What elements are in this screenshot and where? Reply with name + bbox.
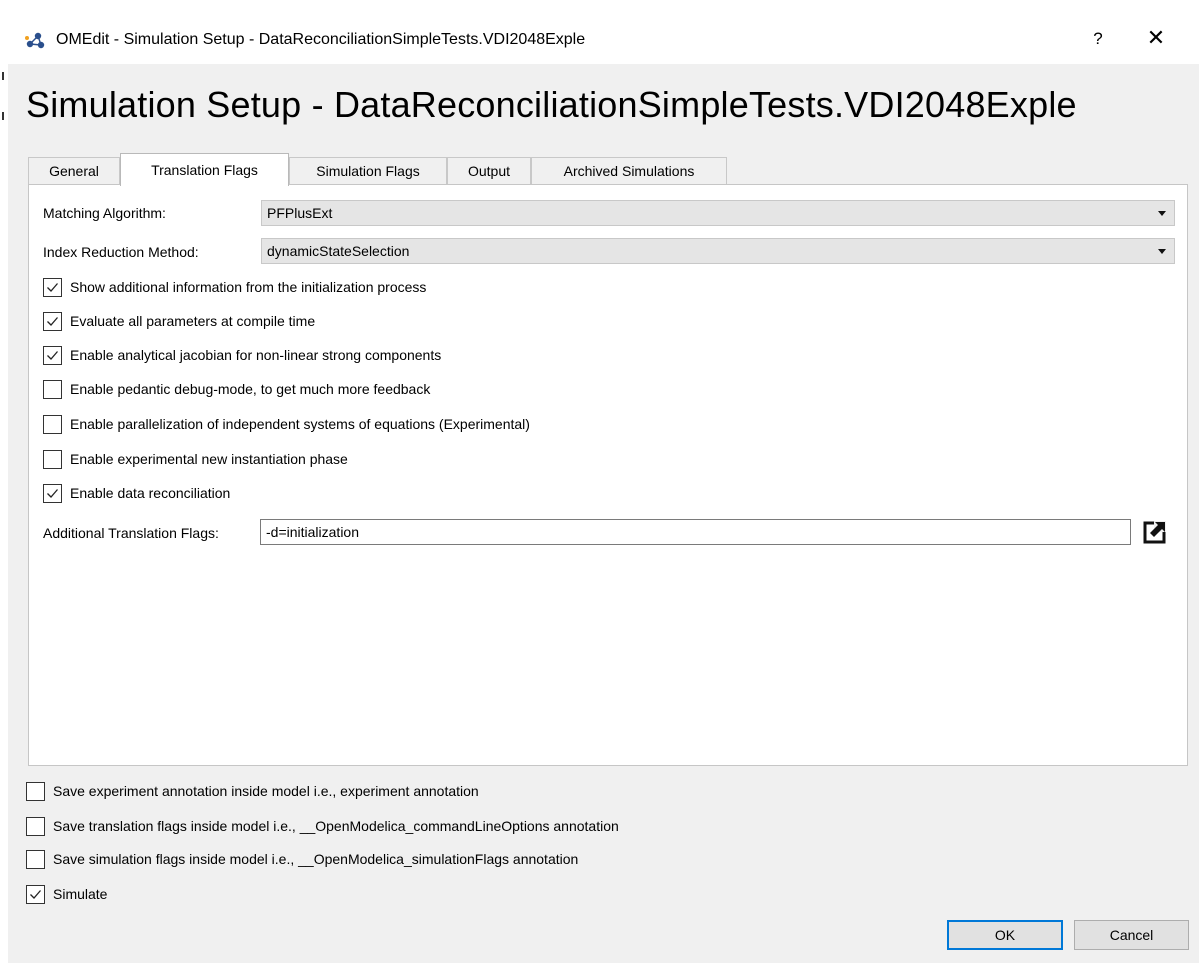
simulation-setup-dialog: OMEdit - Simulation Setup - DataReconcil… — [0, 0, 1199, 963]
checkbox-icon — [43, 311, 62, 331]
checkbox-data-reconciliation[interactable]: Enable data reconciliation — [43, 482, 230, 504]
checkbox-show-init-info[interactable]: Show additional information from the ini… — [43, 276, 426, 298]
checkbox-save-experiment[interactable]: Save experiment annotation inside model … — [26, 780, 479, 802]
checkbox-save-simulation-flags[interactable]: Save simulation flags inside model i.e.,… — [26, 848, 578, 870]
checkbox-parallelization[interactable]: Enable parallelization of independent sy… — [43, 413, 530, 435]
checkbox-icon — [26, 816, 45, 836]
translation-flags-panel — [28, 184, 1188, 766]
checkbox-icon — [43, 449, 62, 469]
additional-flags-label: Additional Translation Flags: — [43, 525, 219, 541]
tab-translation-flags[interactable]: Translation Flags — [120, 153, 289, 186]
checkbox-analytical-jacobian[interactable]: Enable analytical jacobian for non-linea… — [43, 344, 441, 366]
index-reduction-label: Index Reduction Method: — [43, 244, 199, 260]
help-button[interactable]: ? — [1080, 24, 1116, 54]
chevron-down-icon — [1158, 211, 1166, 216]
checkbox-icon — [26, 849, 45, 869]
background-edge — [0, 0, 8, 963]
page-title: Simulation Setup - DataReconciliationSim… — [26, 84, 1077, 125]
checkbox-evaluate-params[interactable]: Evaluate all parameters at compile time — [43, 310, 315, 332]
checkbox-icon — [43, 414, 62, 434]
checkbox-simulate[interactable]: Simulate — [26, 883, 107, 905]
ok-button[interactable]: OK — [947, 920, 1063, 950]
window-title: OMEdit - Simulation Setup - DataReconcil… — [56, 31, 586, 48]
checkbox-save-translation-flags[interactable]: Save translation flags inside model i.e.… — [26, 815, 619, 837]
omedit-app-icon — [25, 32, 45, 49]
tab-archived-simulations[interactable]: Archived Simulations — [531, 157, 727, 185]
checkbox-icon — [43, 345, 62, 365]
matching-algorithm-select[interactable]: PFPlusExt — [261, 200, 1175, 226]
external-edit-icon[interactable] — [1143, 520, 1167, 544]
checkbox-icon — [43, 379, 62, 399]
tab-general[interactable]: General — [28, 157, 120, 185]
checkbox-icon — [43, 277, 62, 297]
cancel-button[interactable]: Cancel — [1074, 920, 1189, 950]
chevron-down-icon — [1158, 249, 1166, 254]
close-button[interactable]: ✕ — [1132, 24, 1180, 54]
checkbox-icon — [26, 781, 45, 801]
checkbox-icon — [43, 483, 62, 503]
matching-algorithm-value: PFPlusExt — [267, 205, 333, 221]
checkbox-icon — [26, 884, 45, 904]
checkbox-pedantic-debug[interactable]: Enable pedantic debug-mode, to get much … — [43, 378, 430, 400]
index-reduction-select[interactable]: dynamicStateSelection — [261, 238, 1175, 264]
additional-flags-input[interactable]: -d=initialization — [260, 519, 1131, 545]
matching-algorithm-label: Matching Algorithm: — [43, 205, 166, 221]
index-reduction-value: dynamicStateSelection — [267, 243, 410, 259]
tab-simulation-flags[interactable]: Simulation Flags — [289, 157, 447, 185]
checkbox-new-instantiation[interactable]: Enable experimental new instantiation ph… — [43, 448, 348, 470]
tab-output[interactable]: Output — [447, 157, 531, 185]
